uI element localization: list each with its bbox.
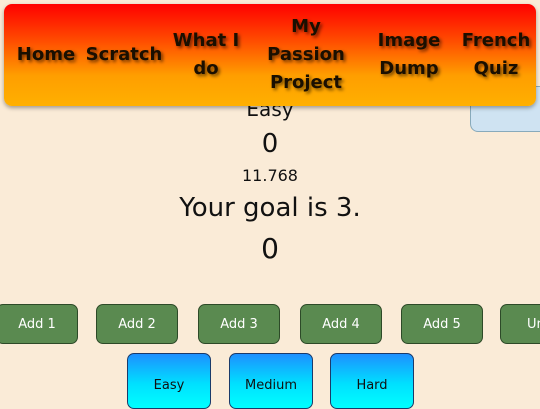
add-2-button[interactable]: Add 2 [96,304,178,344]
nav-scratch[interactable]: Scratch [84,4,164,106]
nav-what-i-do[interactable]: What I do [172,4,240,106]
nav-what-i-do-label: What I do [172,30,240,79]
add-3-button[interactable]: Add 3 [198,304,280,344]
timer-display: 11.768 [242,166,298,185]
goal-text: Your goal is 3. [179,193,361,223]
nav-image-dump[interactable]: Image Dump [372,4,446,106]
nav-image-dump-label: Image Dump [377,30,441,79]
nav-my-passion-project-label: My Passion Project [267,16,345,93]
nav-french-quiz[interactable]: French Quiz [460,4,532,106]
undo-button[interactable]: Un [500,304,540,344]
nav-home[interactable]: Home [10,4,82,106]
medium-button[interactable]: Medium [229,353,313,409]
hard-button[interactable]: Hard [330,353,414,409]
add-4-button[interactable]: Add 4 [300,304,382,344]
nav-home-label: Home [16,44,76,65]
easy-button-label: Easy [153,378,185,393]
nav-scratch-label: Scratch [85,44,163,65]
hard-button-label: Hard [356,378,388,393]
total-display: 0 [261,232,279,265]
medium-button-label: Medium [245,378,297,393]
easy-button[interactable]: Easy [127,353,211,409]
add-1-button[interactable]: Add 1 [0,304,78,344]
nav-french-quiz-label: French Quiz [461,30,531,79]
top-nav: Home Scratch What I do My Passion Projec… [4,4,536,106]
nav-my-passion-project[interactable]: My Passion Project [262,4,350,106]
score-display: 0 [261,129,279,159]
add-5-button[interactable]: Add 5 [401,304,483,344]
